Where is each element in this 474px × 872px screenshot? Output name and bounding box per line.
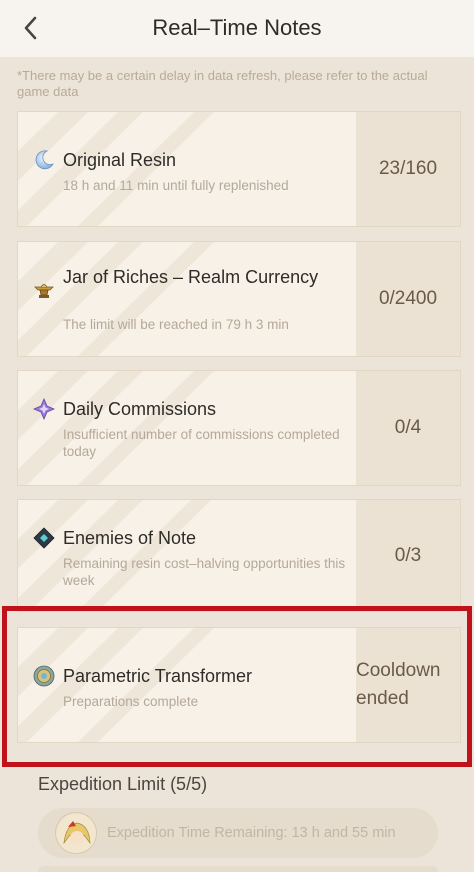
next-expedition-item-edge — [38, 866, 438, 872]
jar-of-riches-card[interactable]: 0/2400 Jar of Riches – Realm Currency Th… — [17, 241, 461, 357]
commission-star-icon — [32, 397, 56, 421]
enemies-diamond-icon — [33, 527, 55, 549]
realm-currency-subtitle: The limit will be reached in 79 h 3 min — [63, 317, 289, 332]
resin-title: Original Resin — [63, 150, 177, 170]
realm-currency-value: 0/2400 — [356, 242, 460, 356]
enemies-of-note-card[interactable]: 0/3 Enemies of Note Remaining resin cost… — [17, 499, 461, 612]
transformer-title: Parametric Transformer — [63, 666, 253, 686]
commissions-value: 0/4 — [356, 371, 460, 485]
resin-value: 23/160 — [356, 112, 460, 226]
parametric-transformer-card[interactable]: Cooldown ended Parametric Transformer Pr… — [17, 627, 461, 743]
resin-moon-icon — [33, 149, 55, 171]
realm-currency-title: Jar of Riches – Realm Currency — [63, 267, 319, 287]
expedition-item[interactable]: Expedition Time Remaining: 13 h and 55 m… — [38, 808, 438, 858]
page-title: Real–Time Notes — [152, 15, 322, 40]
enemies-value: 0/3 — [356, 500, 460, 611]
commissions-subtitle: Insufficient number of commissions compl… — [63, 427, 340, 459]
transformer-status-line1: Cooldown — [356, 660, 441, 681]
card-pattern-decoration — [18, 242, 214, 356]
transformer-status: Cooldown ended — [356, 628, 460, 742]
enemies-title: Enemies of Note — [63, 528, 197, 548]
transformer-status-line2: ended — [356, 688, 409, 709]
enemies-subtitle: Remaining resin cost–halving opportuniti… — [63, 556, 346, 588]
expedition-limit-heading: Expedition Limit (5/5) — [38, 774, 208, 794]
resin-subtitle: 18 h and 11 min until fully replenished — [63, 178, 289, 193]
header-bar: Real–Time Notes — [0, 0, 474, 57]
parametric-transformer-icon — [33, 665, 55, 687]
jar-of-riches-icon — [33, 279, 55, 301]
expedition-time-remaining: Expedition Time Remaining: 13 h and 55 m… — [107, 825, 396, 841]
commissions-title: Daily Commissions — [63, 399, 217, 419]
character-avatar-icon — [55, 812, 97, 854]
transformer-subtitle: Preparations complete — [63, 694, 199, 709]
refresh-delay-notice: *There may be a certain delay in data re… — [17, 68, 428, 99]
original-resin-card[interactable]: 23/160 Original Resin 18 h and 11 min un… — [17, 111, 461, 227]
daily-commissions-card[interactable]: 0/4 Daily Commissions Insufficient numbe… — [17, 370, 461, 486]
